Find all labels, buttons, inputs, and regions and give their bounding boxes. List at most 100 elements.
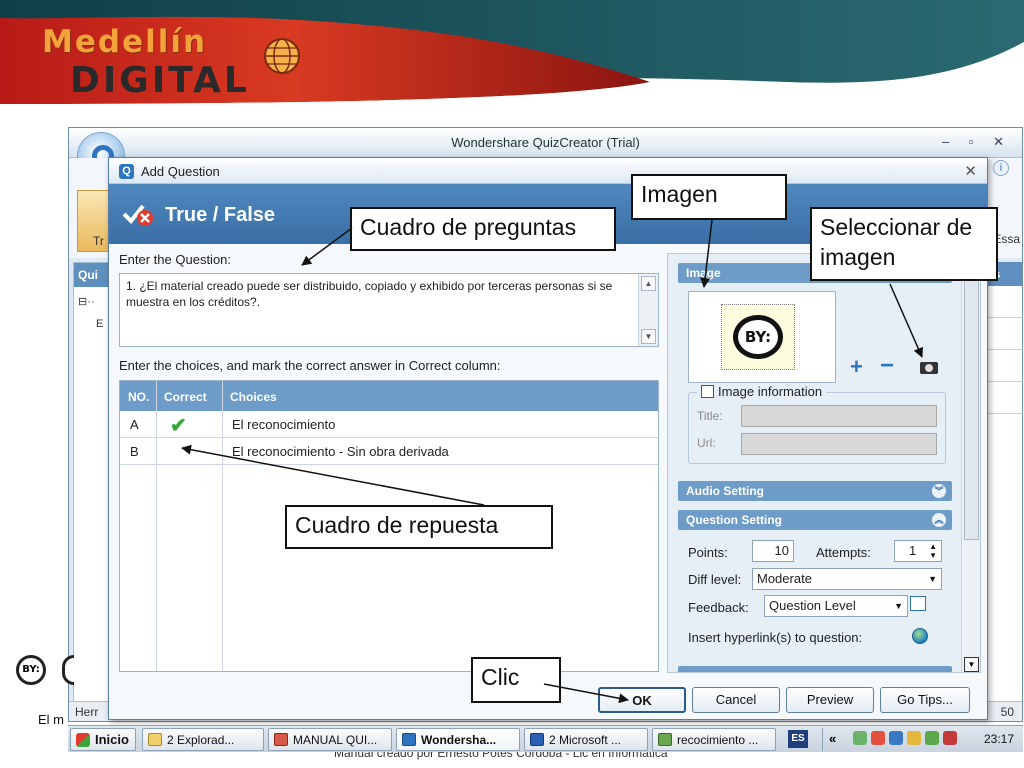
settings-column: Image ︽ BY: + − Image information Title:… [667,253,981,673]
taskbar-item-label: MANUAL QUI... [293,733,378,747]
scroll-up-icon[interactable]: ▲ [641,276,656,291]
callout-cuadro-preguntas: Cuadro de preguntas [350,207,616,251]
url-field[interactable] [741,433,937,455]
ok-button[interactable]: OK [598,687,686,713]
row-no: A [130,417,139,432]
app-titlebar: Wondershare QuizCreator (Trial) – ▫ ✕ [69,128,1022,158]
cc-badge-partial-icon [62,655,74,685]
go-tips-button[interactable]: Go Tips... [880,687,970,713]
image-selection[interactable]: BY: [721,304,795,370]
cc-by-badge-icon: BY: [16,655,46,685]
network-icon[interactable] [853,731,867,745]
right-panel-row [985,350,1022,382]
table-row[interactable]: A ✔ El reconocimiento [120,411,658,438]
image-information-group: Image information Title: Url: [688,384,946,464]
correct-check-icon[interactable]: ✔ [170,413,187,438]
collapse-icon[interactable]: ︽ [932,513,946,527]
taskbar-item-recocimiento[interactable]: recocimiento ... [652,728,776,751]
start-button[interactable]: Inicio [70,728,136,751]
expand-icon[interactable]: ︾ [932,484,946,498]
preview-button[interactable]: Preview [786,687,874,713]
scroll-down-icon[interactable]: ▼ [964,657,979,672]
question-tree-panel: Qui ⊟·· E [73,262,113,702]
callout-cuadro-respuesta: Cuadro de repuesta [285,505,553,549]
table-row[interactable]: B El reconocimiento - Sin obra derivada [120,438,658,465]
right-panel-row [985,318,1022,350]
taskbar-item-word[interactable]: 2 Microsoft ... [524,728,648,751]
quizcreator-icon: Q [119,164,134,179]
taskbar-item-wondershare[interactable]: Wondersha... [396,728,520,751]
hyperlink-globe-icon[interactable] [912,628,928,644]
cancel-button[interactable]: Cancel [692,687,780,713]
shield-icon[interactable] [943,731,957,745]
tree-node[interactable]: E [78,313,108,335]
add-image-icon[interactable]: + [850,354,863,380]
choice-text[interactable]: El reconocimiento - Sin obra derivada [232,444,449,459]
chevron-down-icon[interactable]: ▼ [928,574,937,584]
stepper-arrows-icon[interactable]: ▲ ▼ [929,542,937,560]
clock: 23:17 [983,732,1014,746]
points-input[interactable]: 10 [752,540,794,562]
audio-setting-header[interactable]: Audio Setting ︾ [678,481,952,501]
display-icon[interactable] [889,731,903,745]
choices-table-header: NO. Correct Choices [120,381,658,411]
quizcreator-icon [402,733,416,746]
question-setting-title: Question Setting [686,513,782,527]
diff-level-select[interactable]: Moderate ▼ [752,568,942,590]
scroll-thumb[interactable] [964,276,979,540]
image-info-checkbox[interactable] [701,385,714,398]
close-button[interactable]: ✕ [964,162,977,180]
scroll-down-icon[interactable]: ▼ [641,329,656,344]
language-indicator[interactable]: ES [788,730,808,748]
attempts-value: 1 [909,543,917,558]
system-tray: « 23:17 [822,728,1020,751]
globe-logo-icon [264,38,300,74]
help-icon[interactable]: i [993,160,1009,176]
paint-icon [658,733,672,746]
taskbar-item-label: 2 Microsoft ... [549,733,622,747]
question-label: Enter the Question: [119,252,232,267]
choice-text[interactable]: El reconocimiento [232,417,335,432]
cc-by-image: BY: [733,315,783,359]
question-type-title: True / False [165,204,276,226]
column-divider [222,381,223,671]
taskbar-item-label: recocimiento ... [677,733,759,747]
image-info-label: Image information [718,384,823,399]
feedback-value: Question Level [769,598,856,613]
question-input[interactable]: 1. ¿El material creado puede ser distrib… [119,273,659,347]
question-scrollbar[interactable]: ▲ ▼ [638,274,658,346]
taskbar-item-manual[interactable]: MANUAL QUI... [268,728,392,751]
camera-icon[interactable] [920,362,938,374]
image-information-legend[interactable]: Image information [697,384,827,399]
question-setting-header[interactable]: Question Setting ︽ [678,510,952,530]
settings-scrollbar[interactable]: ▲ ▼ [961,254,980,672]
attempts-stepper[interactable]: 1 ▲ ▼ [894,540,942,562]
window-controls[interactable]: – ▫ ✕ [942,134,1012,150]
diff-level-label: Diff level: [688,572,742,587]
ribbon-left-label: Tr [93,234,104,248]
status-left-text: Herr [75,705,99,719]
true-false-icon [122,204,153,226]
feedback-select[interactable]: Question Level ▼ [764,595,908,617]
tree-node-expand[interactable]: ⊟·· [78,291,108,313]
diff-level-value: Moderate [757,571,812,586]
tray-expand-icon[interactable]: « [829,731,836,746]
taskbar-item-explorer[interactable]: 2 Explorad... [142,728,264,751]
slide-banner: Medellín DIGITAL [0,0,1024,109]
question-text: 1. ¿El material creado puede ser distrib… [126,279,613,309]
callout-clic: Clic [471,657,561,703]
antivirus-icon[interactable] [871,731,885,745]
app-title: Wondershare QuizCreator (Trial) [451,135,640,150]
image-preview[interactable]: BY: [688,291,836,383]
remove-image-icon[interactable]: − [880,352,894,380]
brand-digital: DIGITAL [70,60,250,101]
feedback-list-icon[interactable] [910,596,926,611]
title-field[interactable] [741,405,937,427]
hyperlink-label: Insert hyperlink(s) to question: [688,630,863,645]
chevron-down-icon[interactable]: ▼ [894,601,903,611]
messenger-icon[interactable] [907,731,921,745]
next-section-header[interactable] [678,666,952,672]
title-label: Title: [697,409,723,423]
attempts-label: Attempts: [816,545,871,560]
updates-icon[interactable] [925,731,939,745]
